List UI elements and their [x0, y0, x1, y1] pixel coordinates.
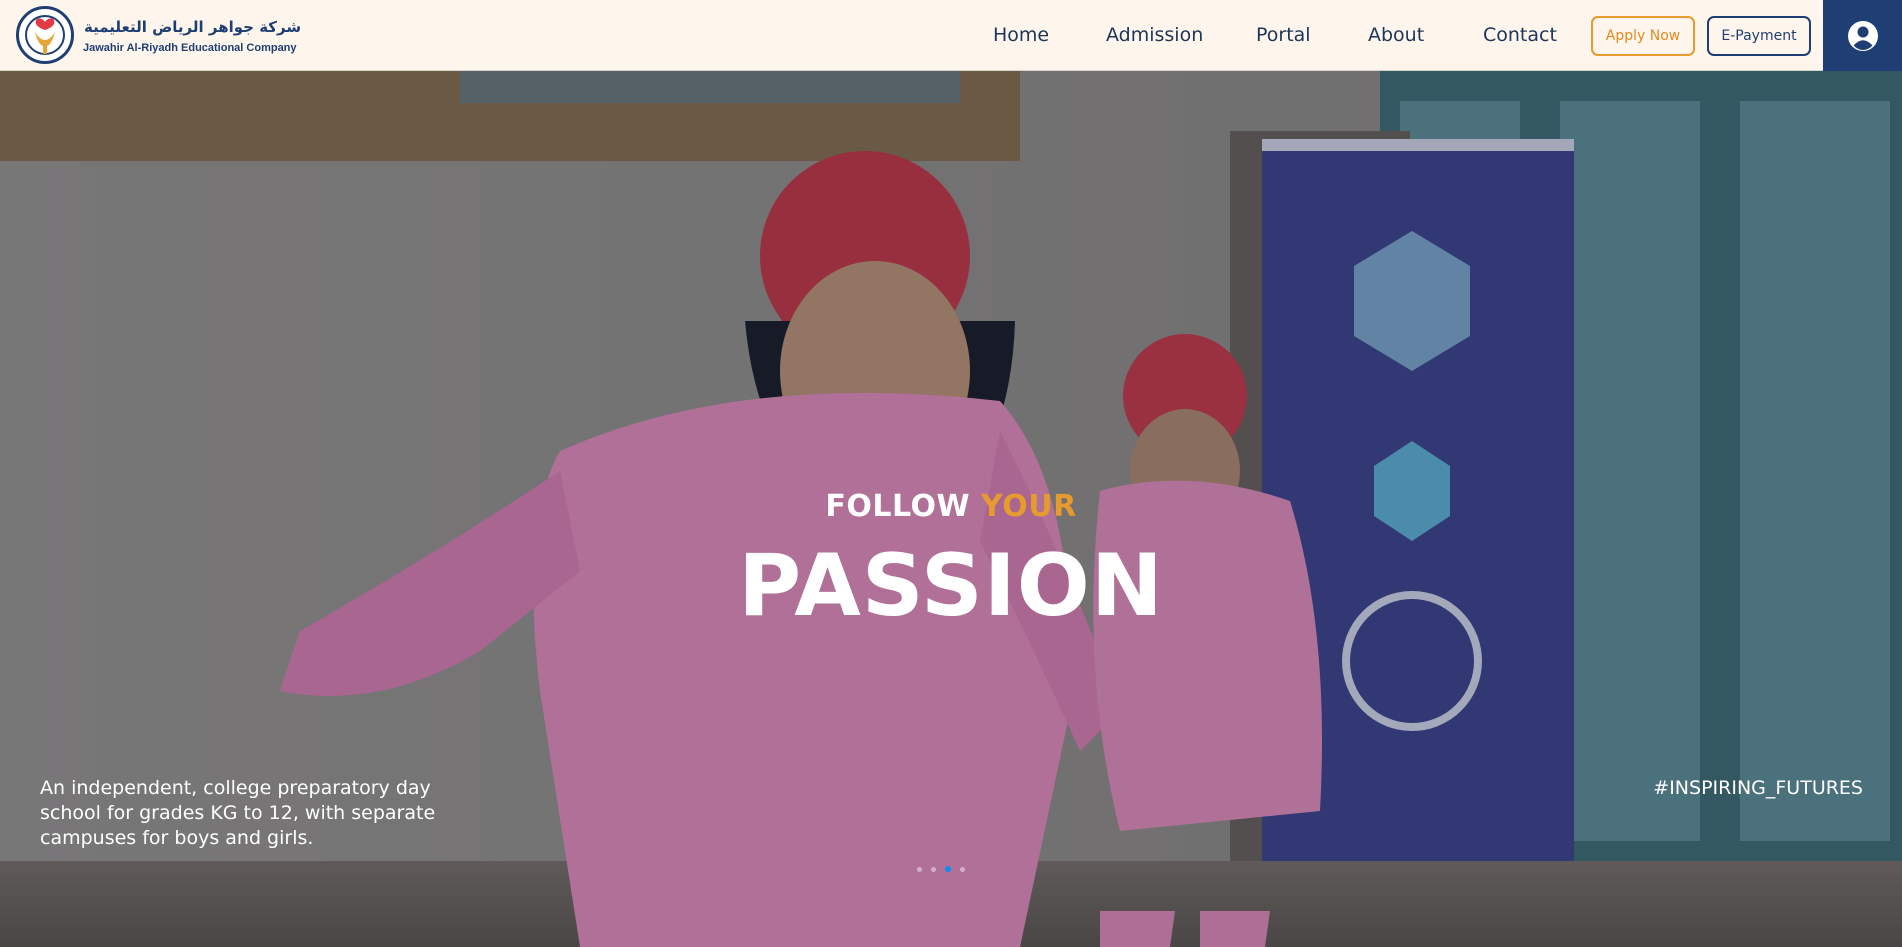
apply-now-button[interactable]: Apply Now [1591, 16, 1695, 56]
carousel-dot-2[interactable] [931, 867, 936, 872]
hero-subtitle-white: FOLLOW [825, 489, 971, 524]
hero-subtitle-accent: YOUR [981, 489, 1077, 524]
carousel-dot-3[interactable] [945, 866, 951, 872]
hero-subtitle: FOLLOW YOUR [0, 489, 1902, 524]
logo-english-text: Jawahir Al-Riyadh Educational Company [83, 42, 297, 54]
carousel-dot-1[interactable] [917, 867, 922, 872]
carousel-dot-4[interactable] [960, 867, 965, 872]
logo-emblem-icon [16, 6, 74, 64]
e-payment-button[interactable]: E-Payment [1707, 16, 1811, 56]
hero-hashtag: #INSPIRING_FUTURES [1653, 777, 1863, 799]
nav-home[interactable]: Home [993, 24, 1049, 46]
nav-portal[interactable]: Portal [1256, 24, 1311, 46]
carousel-indicators [912, 865, 972, 875]
top-navbar: شركة جواهر الرياض التعليمية Jawahir Al-R… [0, 0, 1902, 71]
hero-description: An independent, college preparatory day … [40, 777, 436, 849]
hero-headline: PASSION [738, 536, 1164, 636]
user-account-button[interactable] [1823, 0, 1902, 71]
nav-admission[interactable]: Admission [1106, 24, 1203, 46]
user-circle-icon [1847, 20, 1878, 51]
logo-arabic-text: شركة جواهر الرياض التعليمية [84, 18, 302, 36]
nav-about[interactable]: About [1368, 24, 1424, 46]
nav-contact[interactable]: Contact [1483, 24, 1557, 46]
company-logo[interactable]: شركة جواهر الرياض التعليمية Jawahir Al-R… [16, 6, 316, 64]
